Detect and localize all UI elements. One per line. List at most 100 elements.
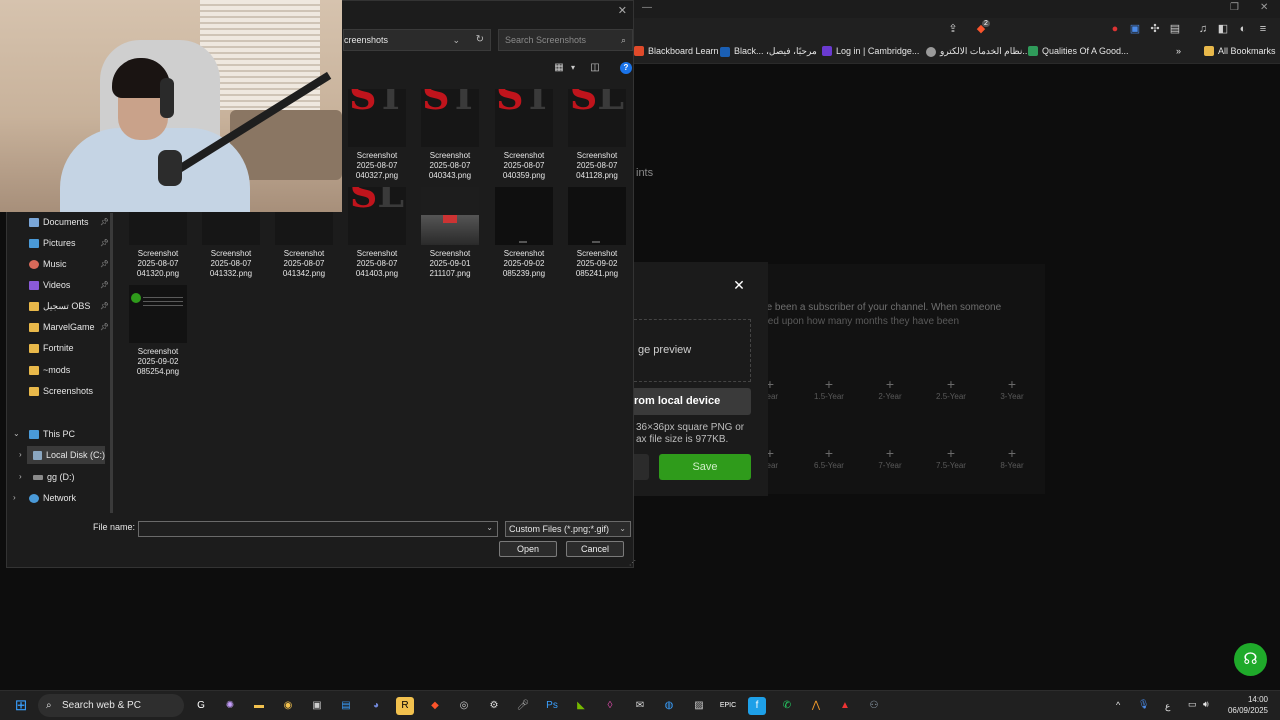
volume-icon[interactable]: 🔊︎ [1203, 699, 1209, 710]
obs-icon[interactable]: ◎ [455, 697, 473, 715]
file-item[interactable]: ST Screenshot 2025-08-07 040327.png [346, 89, 408, 181]
sidebar-item-this-pc[interactable]: This PC [29, 425, 109, 443]
all-bookmarks[interactable]: All Bookmarks [1204, 46, 1276, 56]
more-bookmarks-icon[interactable]: » [1176, 46, 1181, 56]
file-name-input[interactable]: ⌄ [138, 521, 498, 537]
input-language[interactable]: ع [1165, 701, 1170, 712]
menu-icon[interactable]: ≡ [1256, 22, 1270, 36]
cancel-button[interactable] [634, 454, 649, 480]
file-item[interactable]: ST Screenshot 2025-08-07 040343.png [419, 89, 481, 181]
support-chat-icon[interactable]: ☊ [1234, 643, 1267, 676]
discord-icon[interactable]: ◕ [367, 697, 385, 715]
sidebar-item-screenshots[interactable]: Screenshots [29, 382, 109, 400]
facebook-icon[interactable]: f [748, 697, 766, 715]
notepad-icon[interactable]: ▤ [337, 697, 355, 715]
network-icon[interactable]: ▭ [1188, 699, 1197, 710]
resize-grip-icon[interactable]: ⋰ [629, 559, 636, 567]
expand-chevron-icon[interactable]: › [19, 450, 22, 459]
puzzle-icon[interactable]: ✣ [1148, 22, 1162, 36]
close-window-icon[interactable]: ✕ [1260, 2, 1268, 13]
copilot-icon[interactable]: ✺ [221, 697, 239, 715]
save-button[interactable]: Save [659, 454, 751, 480]
epic-games-icon[interactable]: EPIC [719, 697, 737, 715]
sidebar-item-network[interactable]: Network [29, 489, 109, 507]
badge-slot[interactable]: +6.5-Year [804, 445, 854, 470]
expand-chevron-icon[interactable]: › [19, 472, 22, 481]
view-mode-icon[interactable]: ▦ [553, 62, 565, 74]
nvidia-icon[interactable]: ◣ [572, 697, 590, 715]
badge-slot[interactable]: +1.5-Year [804, 376, 854, 401]
file-item[interactable]: ST Screenshot 2025-08-07 040359.png [493, 89, 555, 181]
chevron-down-icon[interactable]: ⌄ [486, 523, 493, 532]
badge-slot[interactable]: +7.5-Year [926, 445, 976, 470]
rockstar-icon[interactable]: R [396, 697, 414, 715]
capture-icon[interactable]: ▨ [690, 697, 708, 715]
upload-from-device-button[interactable]: rom local device [634, 388, 751, 415]
refresh-icon[interactable]: ↻ [476, 30, 484, 50]
badge-slot[interactable]: +2.5-Year [926, 376, 976, 401]
sidebar-item-pictures[interactable]: Pictures 📌︎ [29, 234, 109, 252]
cancel-button[interactable]: Cancel [566, 541, 624, 557]
search-input[interactable]: Search Screenshots ⌕ [498, 29, 633, 51]
chrome-icon[interactable]: ◉ [279, 697, 297, 715]
restore-icon[interactable]: ❐ [1230, 2, 1239, 13]
file-item[interactable]: Screenshot 2025-09-01 211107.png [419, 187, 481, 279]
wallet-icon[interactable]: ◐ [1236, 22, 1250, 36]
translate-icon[interactable]: ▣ [1128, 22, 1142, 36]
steam-icon[interactable]: ⚇ [865, 697, 883, 715]
view-chevron-icon[interactable]: ▾ [567, 62, 579, 74]
tray-chevron-icon[interactable]: ^ [1116, 700, 1120, 710]
badge-slot[interactable]: +8-Year [987, 445, 1037, 470]
sidebar-item-documents[interactable]: Documents 📌︎ [29, 213, 109, 231]
badge-slot[interactable]: +7-Year [865, 445, 915, 470]
close-icon[interactable]: ✕ [732, 278, 746, 292]
mic-icon[interactable]: 🎤︎ [514, 697, 532, 715]
brave-icon[interactable]: ◆ [426, 697, 444, 715]
share-icon[interactable]: ⇪ [946, 22, 960, 36]
sidebar-item-marvelgame[interactable]: MarvelGame 📌︎ [29, 318, 109, 336]
bookmark-blackboard[interactable]: Blackboard Learn [634, 46, 719, 56]
edge-icon[interactable]: ◍ [660, 697, 678, 715]
extension-icon[interactable]: ● [1108, 22, 1122, 36]
file-item[interactable]: Screenshot 2025-09-02 085241.png [566, 187, 628, 279]
settings-icon[interactable]: ⚙ [485, 697, 503, 715]
sidebar-item-videos[interactable]: Videos 📌︎ [29, 276, 109, 294]
widgets-icon[interactable]: G [192, 697, 210, 715]
whatsapp-icon[interactable]: ✆ [778, 697, 796, 715]
file-item[interactable]: SL Screenshot 2025-08-07 041403.png [346, 187, 408, 279]
bookmark-black[interactable]: Black... ،مرحبًا، فيصل [720, 46, 817, 57]
open-button[interactable]: Open [499, 541, 557, 557]
taskbar-clock[interactable]: 14:00 06/09/2025 [1228, 694, 1268, 716]
taskbar-search[interactable]: ⌕ Search web & PC [38, 694, 184, 717]
sidebar-item-local-disk[interactable]: Local Disk (C:) [27, 446, 105, 464]
file-item[interactable]: SL Screenshot 2025-08-07 041128.png [566, 89, 628, 181]
preview-pane-icon[interactable]: ◫ [589, 62, 601, 74]
file-explorer-icon[interactable]: ▬ [250, 697, 268, 715]
sidebar-icon[interactable]: ◧ [1216, 22, 1230, 36]
badge-slot[interactable]: +3-Year [987, 376, 1037, 401]
photoshop-icon[interactable]: Ps [543, 697, 561, 715]
bookmark-services[interactable]: نظام الخدمات الالكترو... [926, 46, 1030, 57]
file-item[interactable]: Screenshot 2025-09-02 085239.png [493, 187, 555, 279]
file-type-select[interactable]: Custom Files (*.png;*.gif) ⌄ [505, 521, 631, 537]
tab-fragment[interactable]: ints [636, 167, 653, 179]
sidebar-item-fortnite[interactable]: Fortnite [29, 339, 109, 357]
help-icon[interactable]: ? [620, 62, 632, 74]
address-bar[interactable]: creenshots ⌄ ↻ [343, 29, 491, 51]
dialog-close-icon[interactable]: ✕ [618, 4, 627, 17]
expand-chevron-icon[interactable]: ⌄ [13, 429, 20, 438]
app-launcher-icon[interactable]: ⋀ [807, 697, 825, 715]
sidebar-item-music[interactable]: Music 📌︎ [29, 255, 109, 273]
bookmark-qualities[interactable]: Qualities Of A Good... [1028, 46, 1129, 56]
reader-icon[interactable]: ▤ [1168, 22, 1182, 36]
sidebar-item-obs[interactable]: تسجيل OBS 📌︎ [29, 297, 109, 315]
sidebar-item-gg-drive[interactable]: gg (D:) [33, 468, 113, 486]
mail-icon[interactable]: ✉ [631, 697, 649, 715]
sidebar-item-mods[interactable]: ~mods [29, 361, 109, 379]
bookmark-cambridge[interactable]: Log in | Cambridge... [822, 46, 919, 56]
valorant-icon[interactable]: ▲ [836, 697, 854, 715]
store-icon[interactable]: ▣ [308, 697, 326, 715]
tray-mic-icon[interactable]: 🎙︎ [1138, 699, 1149, 710]
windows-start-icon[interactable]: ⊞ [12, 697, 30, 715]
badge-slot[interactable]: +2-Year [865, 376, 915, 401]
